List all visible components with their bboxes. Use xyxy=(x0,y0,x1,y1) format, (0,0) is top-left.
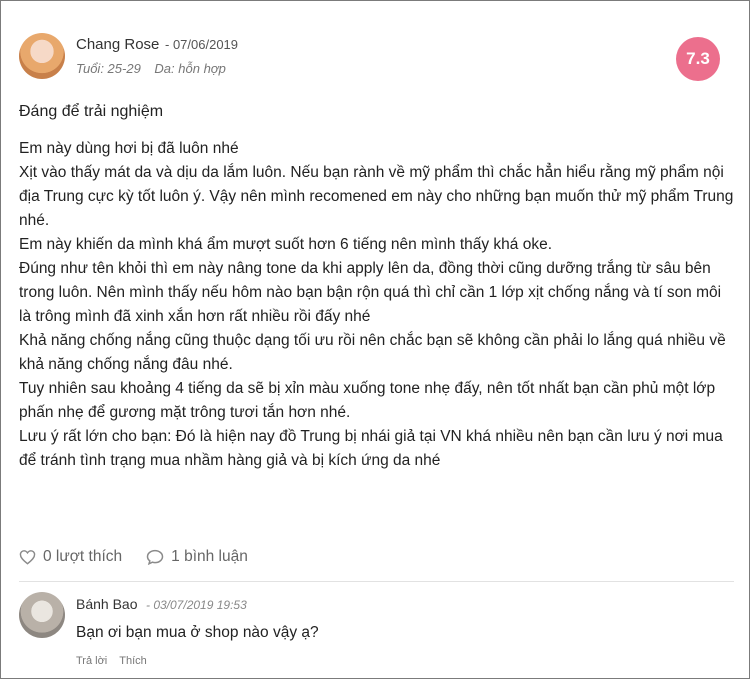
reviewer-meta: Tuổi: 25-29 Da: hỗn hợp xyxy=(76,61,236,76)
review-paragraph: Em này dùng hơi bị đã luôn nhé xyxy=(19,140,239,157)
review-paragraph: Em này khiến da mình khá ẩm mượt suốt hơ… xyxy=(19,236,553,253)
commenter-avatar[interactable] xyxy=(19,592,65,638)
reviewer-avatar[interactable] xyxy=(19,33,65,79)
review-body: Em này dùng hơi bị đã luôn nhé Xịt vào t… xyxy=(19,137,734,473)
review-date: - 07/06/2019 xyxy=(165,37,239,52)
heart-icon xyxy=(19,550,36,565)
comment-like-link[interactable]: Thích xyxy=(119,655,147,667)
review-paragraph: Tuy nhiên sau khoảng 4 tiếng da sẽ bị xỉ… xyxy=(19,380,716,421)
review-paragraph: Khả năng chống nắng cũng thuộc dạng tối … xyxy=(19,332,726,373)
comment-date: - 03/07/2019 19:53 xyxy=(146,598,247,612)
speech-bubble-icon xyxy=(146,549,164,565)
review-actions: 0 lượt thích 1 bình luận xyxy=(19,548,248,566)
divider xyxy=(19,581,734,582)
comment-button[interactable]: 1 bình luận xyxy=(146,548,248,566)
reviewer-age: Tuổi: 25-29 xyxy=(76,61,141,76)
review-paragraph: Đúng như tên khỏi thì em này nâng tone d… xyxy=(19,260,722,325)
reviewer-skin: Da: hỗn hợp xyxy=(154,61,226,76)
comment-text: Bạn ơi bạn mua ở shop nào vậy ạ? xyxy=(76,624,319,641)
score-badge: 7.3 xyxy=(676,37,720,81)
comment-count: 1 bình luận xyxy=(171,548,248,565)
reply-link[interactable]: Trả lời xyxy=(76,655,107,667)
commenter-name[interactable]: Bánh Bao xyxy=(76,596,138,612)
like-button[interactable]: 0 lượt thích xyxy=(19,548,122,566)
review-paragraph: Lưu ý rất lớn cho bạn: Đó là hiện nay đồ… xyxy=(19,428,723,469)
review-paragraph: Xịt vào thấy mát da và dịu da lắm luôn. … xyxy=(19,164,734,229)
reviewer-name[interactable]: Chang Rose xyxy=(76,36,159,53)
comment-actions: Trả lời Thích xyxy=(76,655,147,667)
review-title: Đáng để trải nghiệm xyxy=(19,103,164,120)
like-count: 0 lượt thích xyxy=(43,548,123,565)
